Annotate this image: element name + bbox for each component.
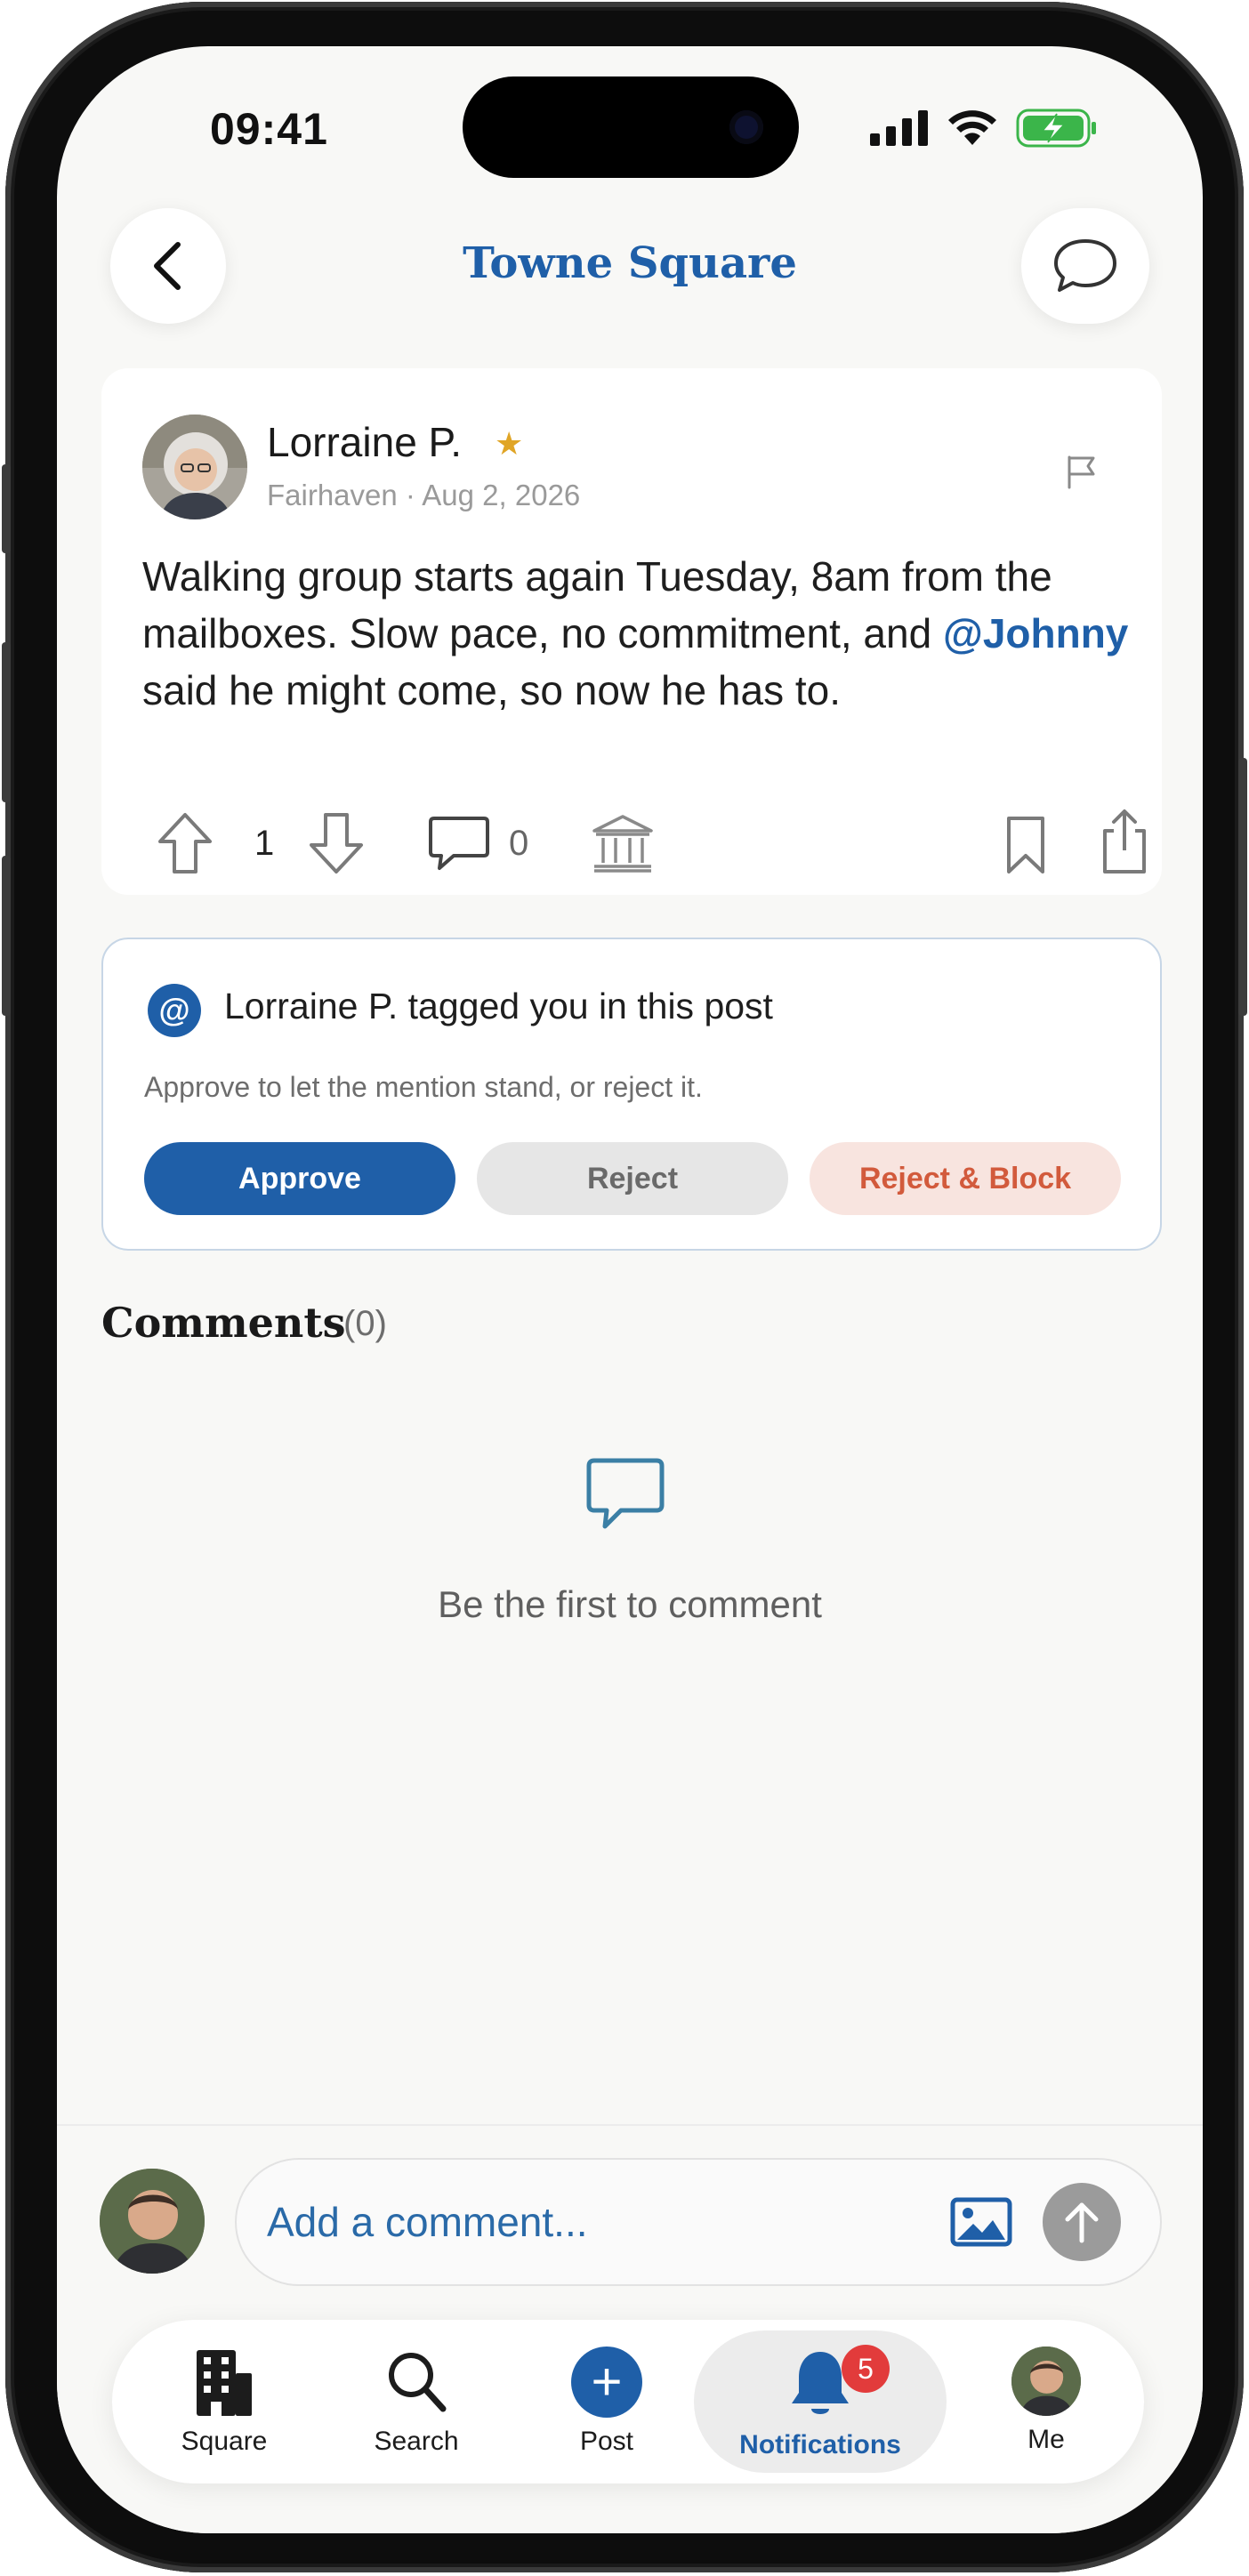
reject-block-button[interactable]: Reject & Block bbox=[810, 1142, 1121, 1215]
building-icon bbox=[197, 2350, 252, 2416]
arrow-up-icon bbox=[1065, 2202, 1099, 2243]
bell-icon bbox=[792, 2352, 849, 2414]
share-icon bbox=[1103, 809, 1146, 873]
tab-label: Me bbox=[1027, 2425, 1065, 2454]
camera-icon bbox=[729, 110, 763, 144]
bookmark-button[interactable] bbox=[1005, 815, 1046, 875]
tab-label: Search bbox=[374, 2427, 459, 2456]
attach-photo-button[interactable] bbox=[950, 2197, 1012, 2251]
notification-badge: 5 bbox=[842, 2345, 890, 2393]
tab-post[interactable]: + Post bbox=[544, 2320, 669, 2483]
avatar bbox=[1011, 2347, 1081, 2416]
chat-bubble-icon bbox=[1054, 239, 1116, 292]
tag-notice-subtitle: Approve to let the mention stand, or rej… bbox=[144, 1071, 703, 1103]
arrow-up-icon bbox=[158, 813, 212, 873]
comment-button[interactable] bbox=[427, 815, 491, 873]
action-button bbox=[2, 464, 11, 553]
dynamic-island bbox=[463, 76, 799, 178]
comments-heading: Comments bbox=[101, 1299, 346, 1347]
avatar bbox=[100, 2169, 205, 2274]
tag-notice-card: @ Lorraine P. tagged you in this post Ap… bbox=[101, 938, 1162, 1251]
tab-bar: Square Search + Post 5 Notifications Me bbox=[112, 2320, 1144, 2483]
post-card: Lorraine P. ★ Fairhaven · Aug 2, 2026 Wa… bbox=[101, 368, 1162, 895]
reject-button[interactable]: Reject bbox=[477, 1142, 788, 1215]
author-photo bbox=[142, 415, 247, 519]
status-icons bbox=[870, 109, 1098, 148]
post-actions: 1 0 bbox=[142, 808, 1146, 879]
power-button bbox=[1238, 758, 1247, 1016]
civic-button[interactable] bbox=[591, 813, 655, 873]
comment-count: 0 bbox=[509, 824, 529, 863]
post-location: Fairhaven bbox=[267, 479, 398, 511]
mention-link[interactable]: @Johnny bbox=[943, 610, 1128, 656]
volume-up-button bbox=[2, 642, 11, 802]
tab-square[interactable]: Square bbox=[162, 2320, 286, 2483]
plus-icon: + bbox=[571, 2347, 642, 2418]
civic-building-icon bbox=[592, 815, 653, 873]
battery-charging-icon bbox=[1016, 109, 1096, 148]
user-photo bbox=[100, 2169, 205, 2274]
empty-comments-text: Be the first to comment bbox=[438, 1583, 822, 1625]
status-time: 09:41 bbox=[210, 104, 328, 154]
comment-composer bbox=[235, 2158, 1162, 2286]
search-icon bbox=[389, 2353, 447, 2412]
comments-count: (0) bbox=[343, 1304, 387, 1343]
bookmark-icon bbox=[1007, 817, 1044, 873]
meta-separator: · bbox=[405, 479, 415, 511]
post-meta: Fairhaven · Aug 2, 2026 bbox=[267, 479, 580, 512]
downvote-button[interactable] bbox=[308, 811, 365, 875]
author-name[interactable]: Lorraine P. bbox=[267, 418, 462, 466]
post-body: Walking group starts again Tuesday, 8am … bbox=[142, 548, 1130, 719]
tab-label: Square bbox=[181, 2427, 268, 2456]
comment-icon bbox=[429, 817, 489, 870]
cellular-signal-icon bbox=[870, 110, 928, 146]
upvote-button[interactable] bbox=[157, 811, 214, 875]
approve-button[interactable]: Approve bbox=[144, 1142, 455, 1215]
tab-search[interactable]: Search bbox=[354, 2320, 479, 2483]
screen: 09:41 Towne Square Lorraine P. ★ Fairhav… bbox=[57, 46, 1203, 2533]
tab-label: Post bbox=[579, 2427, 634, 2456]
image-icon bbox=[950, 2197, 1012, 2247]
star-icon: ★ bbox=[495, 425, 524, 462]
avatar[interactable] bbox=[142, 415, 247, 519]
tab-label: Notifications bbox=[739, 2430, 901, 2459]
tag-notice-title: Lorraine P. tagged you in this post bbox=[224, 986, 773, 1026]
phone-frame: 09:41 Towne Square Lorraine P. ★ Fairhav… bbox=[2, 2, 1247, 2572]
report-button[interactable] bbox=[1064, 454, 1100, 494]
share-button[interactable] bbox=[1098, 808, 1151, 875]
tab-notifications[interactable]: 5 Notifications bbox=[694, 2330, 947, 2473]
post-text-end: said he might come, so now he has to. bbox=[142, 667, 841, 713]
vote-count: 1 bbox=[254, 824, 275, 863]
arrow-down-icon bbox=[310, 813, 363, 873]
post-text-start: Walking group starts again Tuesday, 8am … bbox=[142, 553, 1052, 656]
volume-down-button bbox=[2, 856, 11, 1016]
comment-input[interactable] bbox=[267, 2160, 890, 2284]
flag-icon bbox=[1068, 455, 1095, 489]
empty-comment-icon bbox=[585, 1457, 665, 1536]
mention-icon: @ bbox=[148, 984, 201, 1037]
tab-me[interactable]: Me bbox=[984, 2320, 1108, 2483]
send-button[interactable] bbox=[1043, 2183, 1121, 2261]
post-date: Aug 2, 2026 bbox=[422, 479, 581, 511]
messages-button[interactable] bbox=[1021, 208, 1149, 324]
wifi-icon bbox=[948, 110, 996, 145]
